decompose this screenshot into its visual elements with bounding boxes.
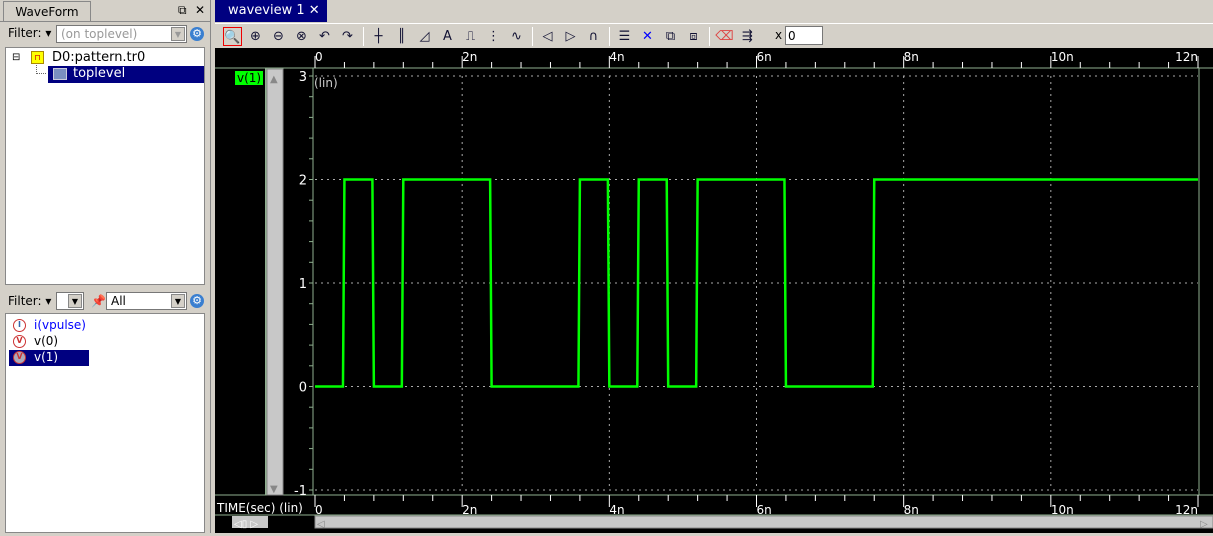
- x-value-input[interactable]: [785, 26, 823, 45]
- signal-label: i(vpulse): [34, 318, 86, 332]
- scroll-down-icon[interactable]: ▼: [270, 484, 278, 495]
- zoom-fit-icon[interactable]: 🔍: [223, 27, 242, 46]
- current-icon: I: [13, 319, 26, 332]
- filter-label: Filter:: [8, 26, 42, 40]
- measure-icon[interactable]: ◿: [415, 27, 434, 46]
- signal-scope-combo[interactable]: All ▼: [106, 292, 187, 310]
- bus-icon[interactable]: ║: [392, 27, 411, 46]
- filter-menu[interactable]: Filter: ▾: [8, 26, 51, 40]
- tab-waveview[interactable]: waveview 1 ✕: [215, 0, 327, 22]
- x-tick-label-top: 4n: [609, 50, 624, 64]
- x-tick-label-bottom: 12n: [1175, 503, 1198, 517]
- signal-item-selected[interactable]: Vv(1): [8, 349, 90, 367]
- signal-label-v1[interactable]: v(1): [235, 71, 264, 85]
- y-tick-label: 3: [299, 70, 307, 85]
- y-tick-label: 2: [299, 174, 307, 189]
- eraser-icon[interactable]: ⌫: [715, 27, 734, 46]
- x-tick-label-top: 6n: [757, 50, 772, 64]
- voltage-icon: V: [13, 335, 26, 348]
- analog-icon[interactable]: ∿: [507, 27, 526, 46]
- signal-item[interactable]: Vv(0): [12, 334, 202, 350]
- signal-label: v(0): [34, 334, 59, 348]
- filter-combo[interactable]: (on toplevel) ▼: [56, 25, 187, 43]
- tree-item-toplevel[interactable]: toplevel: [48, 66, 204, 83]
- voltage-icon: V: [13, 351, 26, 364]
- x-tick-label-bottom: 6n: [757, 503, 772, 517]
- x-tick-label-top: 10n: [1051, 50, 1074, 64]
- signal-filter-label: Filter:: [8, 294, 42, 308]
- vertical-scrollbar[interactable]: [266, 68, 284, 496]
- x-tick-label-top: 0: [315, 50, 323, 64]
- x-tick-label-top: 8n: [904, 50, 919, 64]
- waveform-panel: WaveForm ⧉ ✕ Filter: ▾ (on toplevel) ▼ ⚙ …: [0, 0, 211, 533]
- x-axis-label: TIME(sec) (lin): [217, 501, 303, 515]
- y-tick-label: 0: [299, 381, 307, 396]
- scroll-right-icon[interactable]: ▷: [1200, 519, 1208, 530]
- merge-icon[interactable]: ⧈: [684, 27, 703, 46]
- zoom-in-icon[interactable]: ⊕: [246, 27, 265, 46]
- tree-item-label: toplevel: [73, 66, 126, 81]
- delete-icon[interactable]: ✕: [638, 27, 657, 46]
- grid-icon[interactable]: ⋮: [484, 27, 503, 46]
- zoom-forward-icon[interactable]: ↷: [338, 27, 357, 46]
- float-icon[interactable]: ⧉: [178, 3, 187, 18]
- tab-waveform[interactable]: WaveForm: [3, 1, 91, 21]
- cursor-icon[interactable]: ┼: [369, 27, 388, 46]
- x-label: x: [775, 28, 783, 42]
- settings-gear-icon[interactable]: ⚙: [190, 27, 204, 41]
- tab-label: waveview 1: [228, 3, 305, 18]
- signal-item[interactable]: Ii(vpulse): [12, 318, 202, 334]
- zoom-back-icon[interactable]: ↶: [315, 27, 334, 46]
- scroll-left-icon[interactable]: ◁: [317, 519, 325, 530]
- close-tab-icon[interactable]: ✕: [309, 3, 320, 18]
- hierarchy-tree: ⊟ ⊓ D0:pattern.tr0 toplevel: [5, 47, 205, 285]
- x-tick-label-bottom: 10n: [1051, 503, 1074, 517]
- close-icon[interactable]: ✕: [195, 3, 205, 17]
- signal-list: Ii(vpulse) Vv(0) Vv(1): [5, 313, 205, 533]
- y-tick-label: -1: [294, 484, 307, 499]
- file-icon: ⊓: [31, 51, 44, 64]
- x-tick-label-bottom: 8n: [904, 503, 919, 517]
- export-icon[interactable]: ⇶: [738, 27, 757, 46]
- plot-background: [215, 48, 1213, 533]
- plot-area: ▲ ▼ 0 0 2n 2n 4n 4n 6n 6n 8n 8n 10n 10n 12n 12n 3 2 1 0 -1 ◁▯…: [215, 48, 1213, 533]
- signal-label: v(1): [34, 350, 59, 364]
- zoom-full-icon[interactable]: ⊗: [292, 27, 311, 46]
- chevron-down-icon[interactable]: ▼: [171, 27, 185, 41]
- y-scale-label: (lin): [314, 76, 338, 90]
- pin-icon[interactable]: 📌: [91, 294, 106, 308]
- scroll-left-icon[interactable]: ◁▯ ▷: [234, 519, 258, 530]
- filter-placeholder: (on toplevel): [61, 27, 138, 41]
- tree-item-file[interactable]: D0:pattern.tr0: [52, 50, 145, 65]
- waveview-panel: waveview 1 ✕ 🔍⊕⊖⊗↶↷┼║◿A⎍⋮∿◁▷∩☰✕⧉⧈⌫⇶x ▲▼0…: [215, 0, 1213, 533]
- signal-filter-combo[interactable]: ▼: [56, 292, 84, 310]
- module-icon: [53, 68, 67, 80]
- stack-icon[interactable]: ☰: [615, 27, 634, 46]
- chevron-down-icon[interactable]: ▼: [68, 294, 82, 308]
- waveform-plot[interactable]: ▲ ▼ 0 0 2n 2n 4n 4n 6n 6n 8n 8n 10n 10n 12n 12n 3 2 1 0 -1 ◁▯…: [215, 48, 1213, 533]
- digital-icon[interactable]: ⎍: [461, 27, 480, 46]
- x-tick-label-top: 12n: [1175, 50, 1198, 64]
- zoom-out-icon[interactable]: ⊖: [269, 27, 288, 46]
- y-tick-label: 1: [299, 277, 307, 292]
- eye-icon[interactable]: ∩: [584, 27, 603, 46]
- scroll-up-icon[interactable]: ▲: [270, 74, 278, 85]
- collapse-icon[interactable]: ⊟: [12, 52, 20, 63]
- prev-edge-icon[interactable]: ◁: [538, 27, 557, 46]
- horizontal-scrollbar[interactable]: [314, 515, 1213, 529]
- signal-filter-menu[interactable]: Filter: ▾: [8, 294, 51, 308]
- chevron-down-icon[interactable]: ▼: [171, 294, 185, 308]
- toolbar: 🔍 ⊕ ⊖ ⊗ ↶ ↷ ┼ ║ ◿ A ⎍ ⋮ ∿ ◁ ▷ ∩ ☰ ✕ ⧉ ⧈ ⌫ ⇶ x: [215, 23, 1213, 48]
- settings-gear-icon[interactable]: ⚙: [190, 294, 204, 308]
- x-tick-label-top: 2n: [462, 50, 477, 64]
- next-edge-icon[interactable]: ▷: [561, 27, 580, 46]
- x-tick-label-bottom: 4n: [609, 503, 624, 517]
- signal-scope-value: All: [111, 294, 126, 308]
- split-icon[interactable]: ⧉: [661, 27, 680, 46]
- annotate-icon[interactable]: A: [438, 27, 457, 46]
- x-tick-label-bottom: 0: [315, 503, 323, 517]
- x-tick-label-bottom: 2n: [462, 503, 477, 517]
